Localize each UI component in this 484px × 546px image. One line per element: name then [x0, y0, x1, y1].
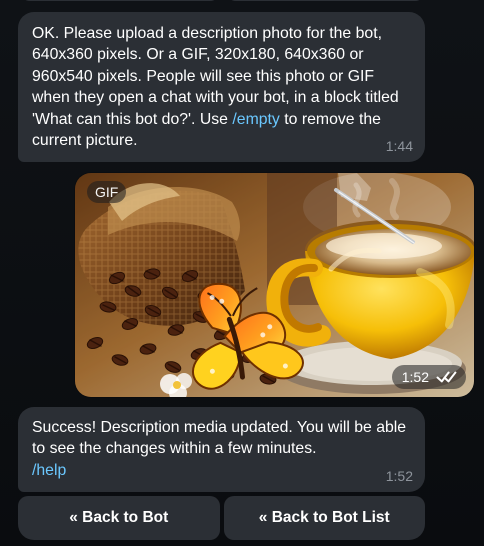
- coffee-gif-image: [75, 173, 474, 397]
- gif-message-time: 1:52: [401, 369, 429, 385]
- gif-message-time-status: 1:52: [391, 365, 466, 389]
- success-message-time: 1:52: [385, 468, 413, 484]
- previous-inline-buttons-row: [20, 0, 425, 1]
- success-message-body: Success! Description media updated. You …: [32, 419, 407, 458]
- gif-media-message[interactable]: GIF 1:52: [75, 173, 474, 397]
- instruction-message-time: 1:44: [385, 138, 413, 154]
- inline-keyboard: « Back to Bot « Back to Bot List: [18, 496, 425, 540]
- help-command-link[interactable]: /help: [32, 462, 66, 479]
- bot-instruction-message: OK. Please upload a description photo fo…: [18, 12, 425, 162]
- gif-badge: GIF: [87, 181, 127, 203]
- previous-inline-button-right[interactable]: [225, 0, 425, 1]
- previous-inline-button-left[interactable]: [20, 0, 220, 1]
- success-message: Success! Description media updated. You …: [18, 407, 425, 492]
- back-to-bot-list-button[interactable]: « Back to Bot List: [223, 496, 425, 540]
- empty-command-link[interactable]: /empty: [232, 111, 279, 128]
- bot-instruction-text: OK. Please upload a description photo fo…: [32, 23, 411, 151]
- back-to-bot-button[interactable]: « Back to Bot: [18, 496, 220, 540]
- success-message-text: Success! Description media updated. You …: [32, 417, 411, 481]
- double-check-icon: [436, 371, 457, 383]
